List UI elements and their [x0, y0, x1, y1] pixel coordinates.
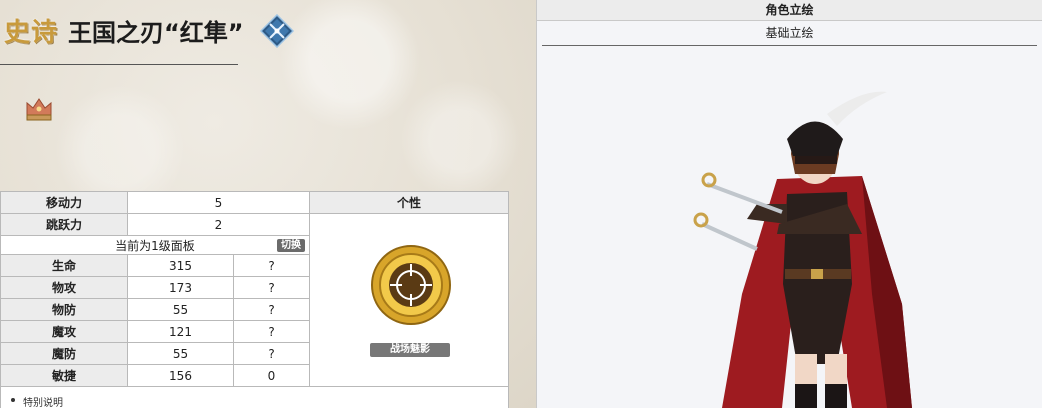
stat-label: 魔攻: [0, 320, 128, 343]
stat-value: 55: [127, 342, 234, 365]
stat-value: 315: [127, 254, 234, 277]
character-info-panel: 史诗 王国之刃“红隼” 移动力 5 个性 跳跃力 2 战场魅影 当前为1级面板 …: [0, 0, 536, 408]
move-label: 移动力: [0, 191, 128, 214]
jump-value: 2: [127, 213, 310, 236]
move-value: 5: [127, 191, 310, 214]
stat-extra: ?: [233, 342, 310, 365]
unit-name: 王国之刃“红隼”: [68, 19, 244, 47]
note-item: 特别说明: [11, 394, 63, 408]
title-row: 史诗 王国之刃“红隼”: [4, 12, 294, 49]
stat-label: 物攻: [0, 276, 128, 299]
stat-extra: ?: [233, 254, 310, 277]
trait-header: 个性: [309, 191, 509, 214]
rarity-label: 史诗: [4, 18, 59, 48]
portrait-panel: 角色立绘 基础立绘: [536, 0, 1042, 408]
stat-label: 魔防: [0, 342, 128, 365]
stat-value: 173: [127, 276, 234, 299]
notes-box: 特别说明: [0, 387, 509, 408]
crossed-swords-class-icon: [259, 13, 294, 48]
panel-level-text: 当前为1级面板: [115, 238, 195, 253]
stat-value: 156: [127, 364, 234, 387]
switch-button[interactable]: 切换: [277, 239, 305, 252]
trait-cell: 战场魅影: [309, 213, 509, 387]
stat-extra: 0: [233, 364, 310, 387]
panel-level-row: 当前为1级面板 切换: [0, 235, 310, 255]
stat-value: 55: [127, 298, 234, 321]
stat-label: 生命: [0, 254, 128, 277]
portrait-panel-title: 角色立绘: [537, 0, 1042, 21]
character-portrait: [693, 91, 912, 408]
trait-name[interactable]: 战场魅影: [370, 343, 450, 357]
stat-label: 物防: [0, 298, 128, 321]
title-divider: [0, 64, 238, 65]
portrait-tab-basic[interactable]: 基础立绘: [537, 21, 1042, 45]
tab-divider: [542, 45, 1037, 46]
stat-extra: ?: [233, 298, 310, 321]
crown-icon: [26, 98, 52, 121]
crosshair-trait-icon: [371, 245, 451, 325]
jump-label: 跳跃力: [0, 213, 128, 236]
stat-value: 121: [127, 320, 234, 343]
stat-label: 敏捷: [0, 364, 128, 387]
stats-table: 移动力 5 个性 跳跃力 2 战场魅影 当前为1级面板 切换 生命 315 ? …: [0, 191, 509, 387]
stat-extra: ?: [233, 276, 310, 299]
stat-extra: ?: [233, 320, 310, 343]
